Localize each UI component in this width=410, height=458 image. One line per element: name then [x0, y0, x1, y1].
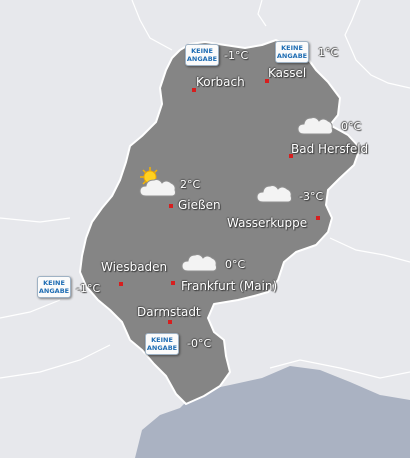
city-dot-wasserkuppe	[316, 216, 320, 220]
cloud-icon	[297, 116, 333, 135]
city-label-giessen: Gießen	[178, 198, 221, 212]
city-dot-wiesbaden	[119, 282, 123, 286]
no-data-line2: ANGABE	[38, 287, 70, 295]
no-data-badge-kassel: KEINE ANGABE	[275, 41, 309, 63]
no-data-line2: ANGABE	[276, 52, 308, 60]
city-label-bad-hersfeld: Bad Hersfeld	[291, 142, 369, 156]
temp-giessen: 2°C	[180, 178, 201, 191]
city-label-wasserkuppe: Wasserkuppe	[227, 216, 308, 230]
temp-kassel: 1°C	[318, 46, 339, 59]
no-data-line2: ANGABE	[186, 55, 218, 63]
city-label-korbach: Korbach	[196, 75, 245, 89]
no-data-line1: KEINE	[191, 47, 213, 55]
weather-map: Korbach Kassel Bad Hersfeld Gießen Wasse…	[0, 0, 410, 458]
city-label-frankfurt: Frankfurt (Main)	[181, 279, 278, 293]
city-label-kassel: Kassel	[268, 66, 307, 80]
map-background	[0, 0, 410, 458]
no-data-badge-korbach: KEINE ANGABE	[185, 44, 219, 66]
temp-korbach: -1°C	[224, 49, 249, 62]
no-data-line1: KEINE	[151, 336, 173, 344]
partly-cloudy-icon	[139, 167, 176, 197]
cloud-icon	[181, 253, 217, 272]
temp-wiesbaden: -1°C	[76, 282, 101, 295]
no-data-line2: ANGABE	[146, 344, 178, 352]
city-label-darmstadt: Darmstadt	[137, 305, 201, 319]
temp-darmstadt: -0°C	[187, 337, 212, 350]
temp-bad-hersfeld: 0°C	[341, 120, 362, 133]
temp-frankfurt: 0°C	[225, 258, 246, 271]
no-data-line1: KEINE	[43, 279, 65, 287]
no-data-badge-wiesbaden: KEINE ANGABE	[37, 276, 71, 298]
cloud-icon	[256, 184, 292, 203]
hessen-shape	[79, 39, 361, 405]
city-label-wiesbaden: Wiesbaden	[101, 260, 168, 274]
city-dot-darmstadt	[168, 320, 172, 324]
no-data-line1: KEINE	[281, 44, 303, 52]
city-dot-giessen	[169, 204, 173, 208]
no-data-badge-darmstadt: KEINE ANGABE	[145, 333, 179, 355]
city-dot-frankfurt	[171, 281, 175, 285]
temp-wasserkuppe: -3°C	[299, 190, 324, 203]
